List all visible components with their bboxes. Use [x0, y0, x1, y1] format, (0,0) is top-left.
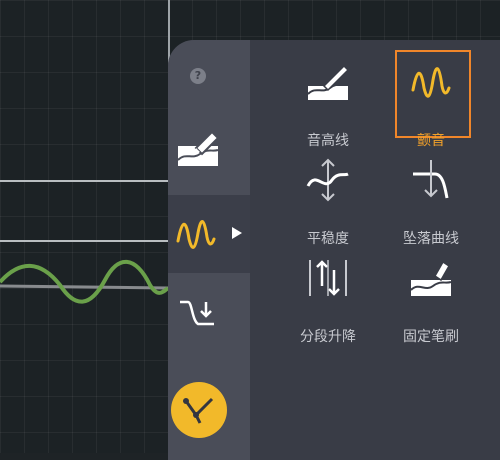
pitch-tool-toggle-button[interactable] — [171, 382, 227, 438]
tool-segment-raise-lower[interactable]: 分段升降 — [278, 256, 378, 346]
tool-label: 坠落曲线 — [403, 231, 459, 247]
tool-category-sidebar: ? — [168, 40, 250, 460]
pitch-drop-icon[interactable] — [178, 298, 218, 336]
tool-label: 颤音 — [417, 133, 445, 149]
vibrato-wave-icon[interactable] — [176, 215, 216, 257]
tool-pitch-line[interactable]: 音高线 — [278, 60, 378, 150]
tool-label: 平稳度 — [307, 231, 349, 247]
vibrato-curve — [0, 259, 168, 304]
fixed-brush-icon — [410, 260, 452, 296]
smoothness-icon — [306, 158, 349, 202]
pitch-tool-popup: ? 音高线 颤音 平稳度 坠落曲线 分段升降 固定笔刷 — [168, 40, 500, 460]
tool-falloff-curve[interactable]: 坠落曲线 — [381, 158, 481, 248]
tool-smoothness[interactable]: 平稳度 — [278, 158, 378, 248]
submenu-arrow-icon — [232, 227, 242, 239]
tool-label: 音高线 — [307, 133, 349, 149]
tool-label: 分段升降 — [300, 329, 356, 345]
curve-edit-icon — [183, 397, 214, 424]
tool-label: 固定笔刷 — [403, 329, 459, 345]
vibrato-icon — [411, 67, 451, 98]
pitch-line-icon — [307, 64, 350, 100]
grid-divider — [0, 240, 168, 242]
grid-divider — [0, 180, 168, 182]
tool-fixed-brush[interactable]: 固定笔刷 — [381, 256, 481, 346]
falloff-curve-icon — [413, 160, 449, 199]
tool-vibrato[interactable]: 颤音 — [381, 60, 481, 150]
help-icon[interactable]: ? — [190, 68, 206, 84]
segment-raise-lower-icon — [309, 260, 347, 296]
pencil-brush-icon[interactable] — [176, 126, 222, 174]
